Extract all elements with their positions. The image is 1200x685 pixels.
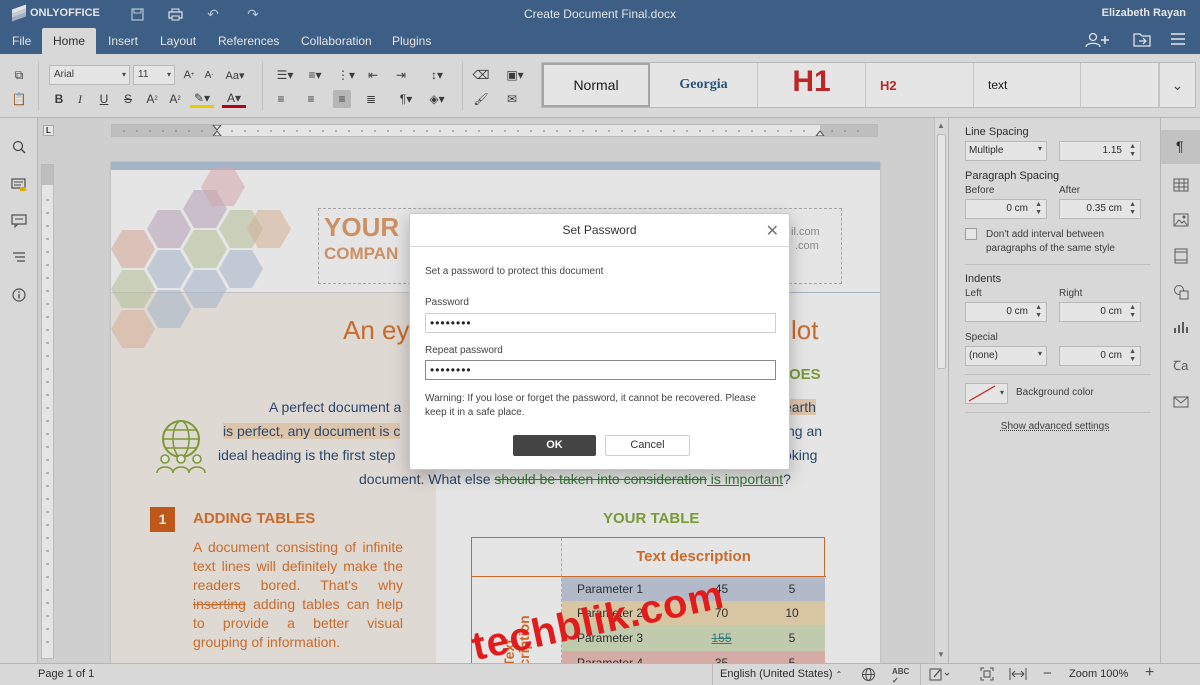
- close-icon[interactable]: ✕: [766, 221, 779, 241]
- cancel-button[interactable]: Cancel: [605, 435, 690, 456]
- password-warning: Warning: If you lose or forget the passw…: [425, 393, 756, 418]
- ok-button[interactable]: OK: [513, 435, 596, 456]
- dialog-title: Set Password: [410, 214, 789, 247]
- repeat-password-label: Repeat password: [425, 345, 503, 356]
- repeat-password-input[interactable]: ••••••••: [425, 360, 776, 380]
- dialog-description: Set a password to protect this document: [425, 266, 604, 277]
- password-label: Password: [425, 297, 469, 308]
- set-password-dialog: Set Password ✕ Set a password to protect…: [409, 213, 790, 470]
- password-input[interactable]: ••••••••: [425, 313, 776, 333]
